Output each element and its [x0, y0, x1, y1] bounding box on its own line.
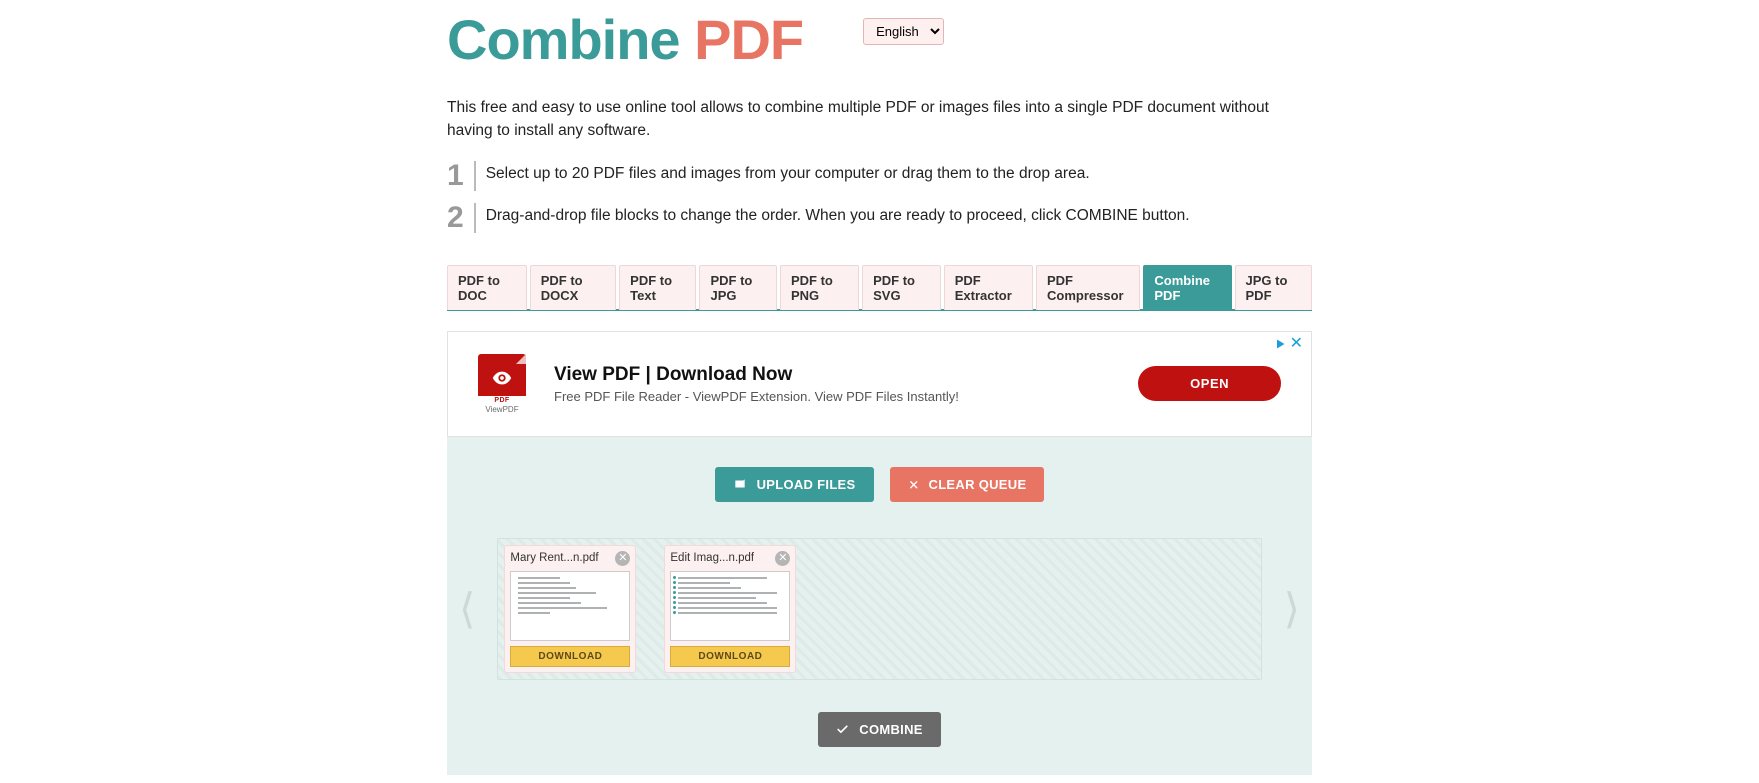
prev-arrow-icon[interactable]: ⟨ — [459, 584, 475, 633]
upload-label: UPLOAD FILES — [757, 477, 856, 492]
adchoices-icon[interactable] — [1274, 338, 1286, 350]
file-name: Mary Rent...n.pdf — [510, 552, 598, 564]
logo-part1: Combine — [447, 8, 680, 71]
ad-banner: ✕ PDF ViewPDF View PDF | Download Now Fr… — [447, 331, 1312, 437]
ad-subtitle: Free PDF File Reader - ViewPDF Extension… — [554, 389, 959, 404]
download-button[interactable]: DOWNLOAD — [510, 646, 630, 667]
ad-icon-label: PDF — [478, 396, 526, 405]
tab-pdf-extractor[interactable]: PDF Extractor — [944, 265, 1033, 310]
tab-pdf-to-doc[interactable]: PDF to DOC — [447, 265, 527, 310]
tab-pdf-to-docx[interactable]: PDF to DOCX — [530, 265, 616, 310]
file-thumbnail — [670, 571, 790, 641]
work-area: UPLOAD FILES CLEAR QUEUE ⟨ Mary Rent...n… — [447, 437, 1312, 775]
tab-pdf-to-jpg[interactable]: PDF to JPG — [699, 265, 776, 310]
step-item: 1 Select up to 20 PDF files and images f… — [447, 161, 1312, 191]
tab-pdf-compressor[interactable]: PDF Compressor — [1036, 265, 1140, 310]
ad-product-icon-wrap: PDF ViewPDF — [478, 354, 526, 414]
tab-pdf-to-text[interactable]: PDF to Text — [619, 265, 696, 310]
step-text: Select up to 20 PDF files and images fro… — [486, 161, 1090, 191]
clear-queue-button[interactable]: CLEAR QUEUE — [890, 467, 1045, 502]
language-select[interactable]: English — [863, 18, 944, 45]
steps-list: 1 Select up to 20 PDF files and images f… — [447, 161, 1312, 233]
step-number: 2 — [447, 203, 476, 233]
step-number: 1 — [447, 161, 476, 191]
pdf-app-icon: PDF — [478, 354, 526, 402]
files-track[interactable]: Mary Rent...n.pdf ✕ DOWNLOAD Edit Imag..… — [497, 538, 1261, 680]
tab-pdf-to-svg[interactable]: PDF to SVG — [862, 265, 941, 310]
tab-combine-pdf[interactable]: Combine PDF — [1143, 265, 1231, 310]
upload-files-button[interactable]: UPLOAD FILES — [715, 467, 874, 502]
file-card[interactable]: Mary Rent...n.pdf ✕ DOWNLOAD — [504, 545, 636, 673]
intro-text: This free and easy to use online tool al… — [447, 96, 1312, 143]
eye-icon — [491, 367, 513, 389]
clear-label: CLEAR QUEUE — [929, 477, 1027, 492]
file-remove-icon[interactable]: ✕ — [615, 551, 630, 566]
ad-icon-sublabel: ViewPDF — [485, 405, 518, 414]
file-remove-icon[interactable]: ✕ — [775, 551, 790, 566]
ad-controls: ✕ — [1274, 336, 1303, 352]
step-item: 2 Drag-and-drop file blocks to change th… — [447, 203, 1312, 233]
next-arrow-icon[interactable]: ⟩ — [1284, 584, 1300, 633]
combine-button[interactable]: COMBINE — [818, 712, 941, 747]
logo: Combine PDF — [447, 12, 803, 68]
tab-pdf-to-png[interactable]: PDF to PNG — [780, 265, 859, 310]
step-text: Drag-and-drop file blocks to change the … — [486, 203, 1190, 233]
file-name: Edit Imag...n.pdf — [670, 552, 754, 564]
clear-icon — [908, 479, 919, 490]
logo-part2: PDF — [694, 8, 803, 71]
check-icon — [836, 723, 849, 736]
ad-title: View PDF | Download Now — [554, 364, 959, 386]
download-button[interactable]: DOWNLOAD — [670, 646, 790, 667]
ad-open-button[interactable]: OPEN — [1138, 366, 1281, 401]
tab-jpg-to-pdf[interactable]: JPG to PDF — [1235, 265, 1312, 310]
file-card[interactable]: Edit Imag...n.pdf ✕ DOWNLOAD — [664, 545, 796, 673]
ad-close-icon[interactable]: ✕ — [1290, 336, 1303, 352]
combine-label: COMBINE — [859, 722, 923, 737]
tool-tabs: PDF to DOC PDF to DOCX PDF to Text PDF t… — [447, 265, 1312, 310]
ad-text: View PDF | Download Now Free PDF File Re… — [554, 364, 959, 404]
upload-icon — [733, 477, 747, 491]
file-thumbnail — [510, 571, 630, 641]
